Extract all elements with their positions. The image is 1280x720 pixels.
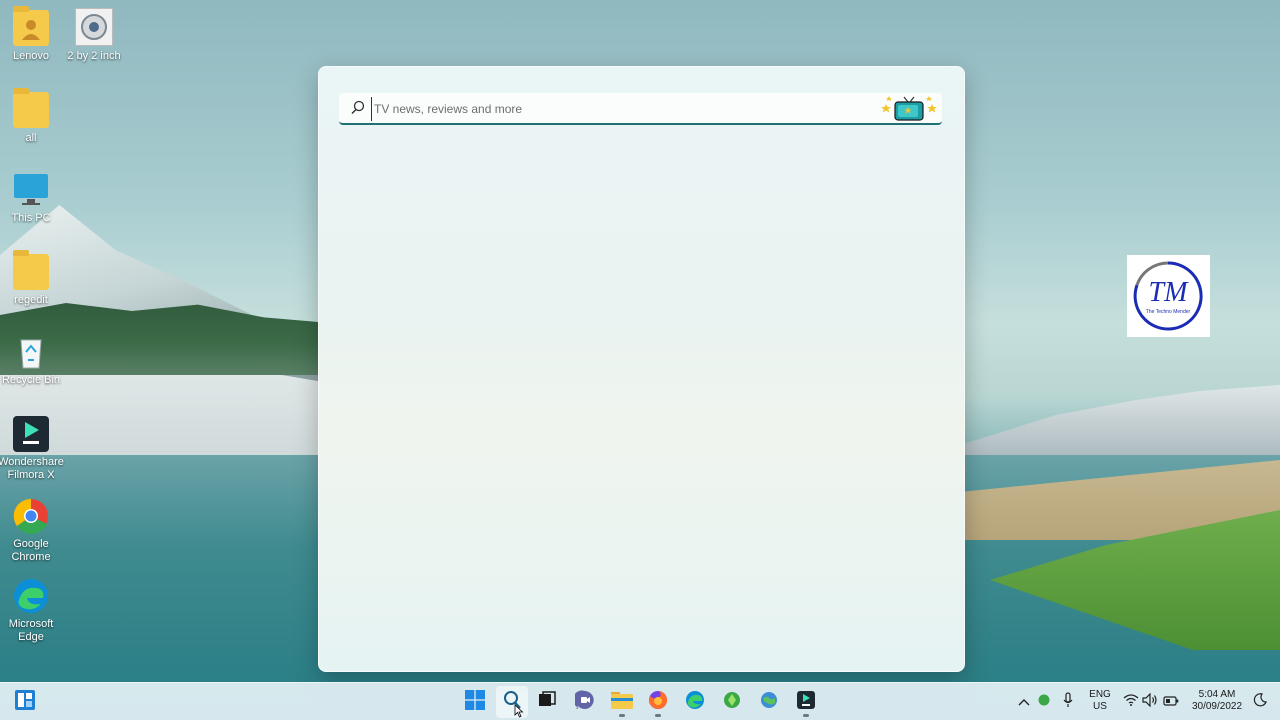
- tv-stars-icon[interactable]: [880, 94, 938, 124]
- desktop: Lenovo 2 by 2 inch all This PC regedit R…: [0, 0, 1280, 720]
- folder-icon: [13, 88, 49, 128]
- file-explorer-icon: [611, 690, 633, 715]
- chrome-icon: [13, 498, 49, 535]
- desktop-icon-photo[interactable]: 2 by 2 inch: [58, 8, 130, 63]
- language-indicator[interactable]: ENG US: [1086, 689, 1114, 713]
- microphone-icon: [1062, 691, 1074, 713]
- search-box[interactable]: [339, 93, 942, 125]
- running-indicator: [619, 714, 625, 717]
- clock-date: 30/09/2022: [1191, 701, 1243, 712]
- taskbar-edge-button[interactable]: [679, 686, 711, 718]
- battery-icon: [1163, 693, 1179, 711]
- desktop-icon-filmora[interactable]: Wondershare Filmora X: [0, 416, 67, 482]
- task-view-icon: [537, 690, 557, 715]
- search-panel: [318, 66, 965, 672]
- desktop-icon-label: Wondershare Filmora X: [0, 456, 64, 481]
- taskbar-start-button[interactable]: [459, 686, 491, 718]
- photo-file-icon: [75, 8, 113, 46]
- user-folder-icon: [13, 6, 49, 46]
- edge-icon: [685, 690, 705, 715]
- taskbar-filmora-button[interactable]: [790, 686, 822, 718]
- taskbar-task-view-button[interactable]: [531, 686, 563, 718]
- globe-app-icon: [759, 690, 779, 715]
- filmora-icon: [13, 416, 49, 452]
- search-input[interactable]: [371, 97, 876, 121]
- desktop-icon-label: This PC: [11, 212, 51, 224]
- windows-start-icon: [465, 689, 485, 715]
- teams-chat-icon: [572, 689, 595, 715]
- search-icon: [350, 100, 366, 116]
- desktop-icon-all[interactable]: all: [0, 88, 67, 145]
- desktop-icon-label: Lenovo: [12, 50, 50, 62]
- desktop-icon-label: regedit: [14, 294, 48, 306]
- desktop-icon-regedit[interactable]: regedit: [0, 250, 67, 307]
- running-indicator: [803, 714, 809, 717]
- moon-icon: [1253, 692, 1267, 712]
- watermark-initials: TM: [1149, 277, 1190, 308]
- notification-button[interactable]: [1244, 686, 1276, 718]
- taskbar-green-app-button[interactable]: [716, 686, 748, 718]
- desktop-icon-label: Microsoft Edge: [8, 618, 54, 643]
- desktop-icon-edge[interactable]: Microsoft Edge: [0, 578, 67, 644]
- filmora-icon: [796, 690, 816, 715]
- taskbar-file-explorer-button[interactable]: [606, 686, 638, 718]
- desktop-icon-label: Recycle Bin: [1, 374, 61, 386]
- clock-time: 5:04 AM: [1198, 689, 1236, 700]
- edge-icon: [13, 578, 49, 614]
- wallpaper-mountain-right: [960, 385, 1280, 460]
- taskbar-globe-app-button[interactable]: [753, 686, 785, 718]
- folder-icon: [13, 250, 49, 290]
- watermark-logo: TM The Techno Mender: [1127, 255, 1210, 337]
- taskbar-search-button[interactable]: [496, 686, 528, 718]
- language-region: US: [1093, 701, 1107, 712]
- widgets-icon: [14, 689, 36, 716]
- clock[interactable]: 5:04 AM 30/09/2022: [1186, 689, 1248, 713]
- desktop-icon-label: all: [25, 132, 37, 144]
- desktop-icon-chrome[interactable]: Google Chrome: [0, 498, 67, 564]
- green-leaf-icon: [1037, 693, 1051, 712]
- green-app-icon: [722, 690, 742, 715]
- desktop-icon-recycle-bin[interactable]: Recycle Bin: [0, 334, 67, 387]
- widgets-button[interactable]: [9, 686, 41, 718]
- taskbar-firefox-button[interactable]: [642, 686, 674, 718]
- monitor-icon: [13, 172, 49, 208]
- cursor-icon: [514, 704, 524, 720]
- recycle-bin-icon: [13, 334, 49, 370]
- taskbar-chat-button[interactable]: [569, 686, 601, 718]
- running-indicator: [655, 714, 661, 717]
- tray-battery[interactable]: [1155, 686, 1187, 718]
- desktop-icon-lenovo[interactable]: Lenovo: [0, 6, 67, 63]
- firefox-icon: [648, 690, 668, 715]
- watermark-caption: The Techno Mender: [1146, 309, 1191, 315]
- taskbar: ENG US 5:04 AM 30/09/2022: [0, 682, 1280, 720]
- desktop-icon-this-pc[interactable]: This PC: [0, 172, 67, 225]
- desktop-icon-label: Google Chrome: [11, 538, 51, 563]
- language-code: ENG: [1089, 689, 1111, 700]
- desktop-icon-label: 2 by 2 inch: [67, 50, 121, 62]
- tray-microphone[interactable]: [1052, 686, 1084, 718]
